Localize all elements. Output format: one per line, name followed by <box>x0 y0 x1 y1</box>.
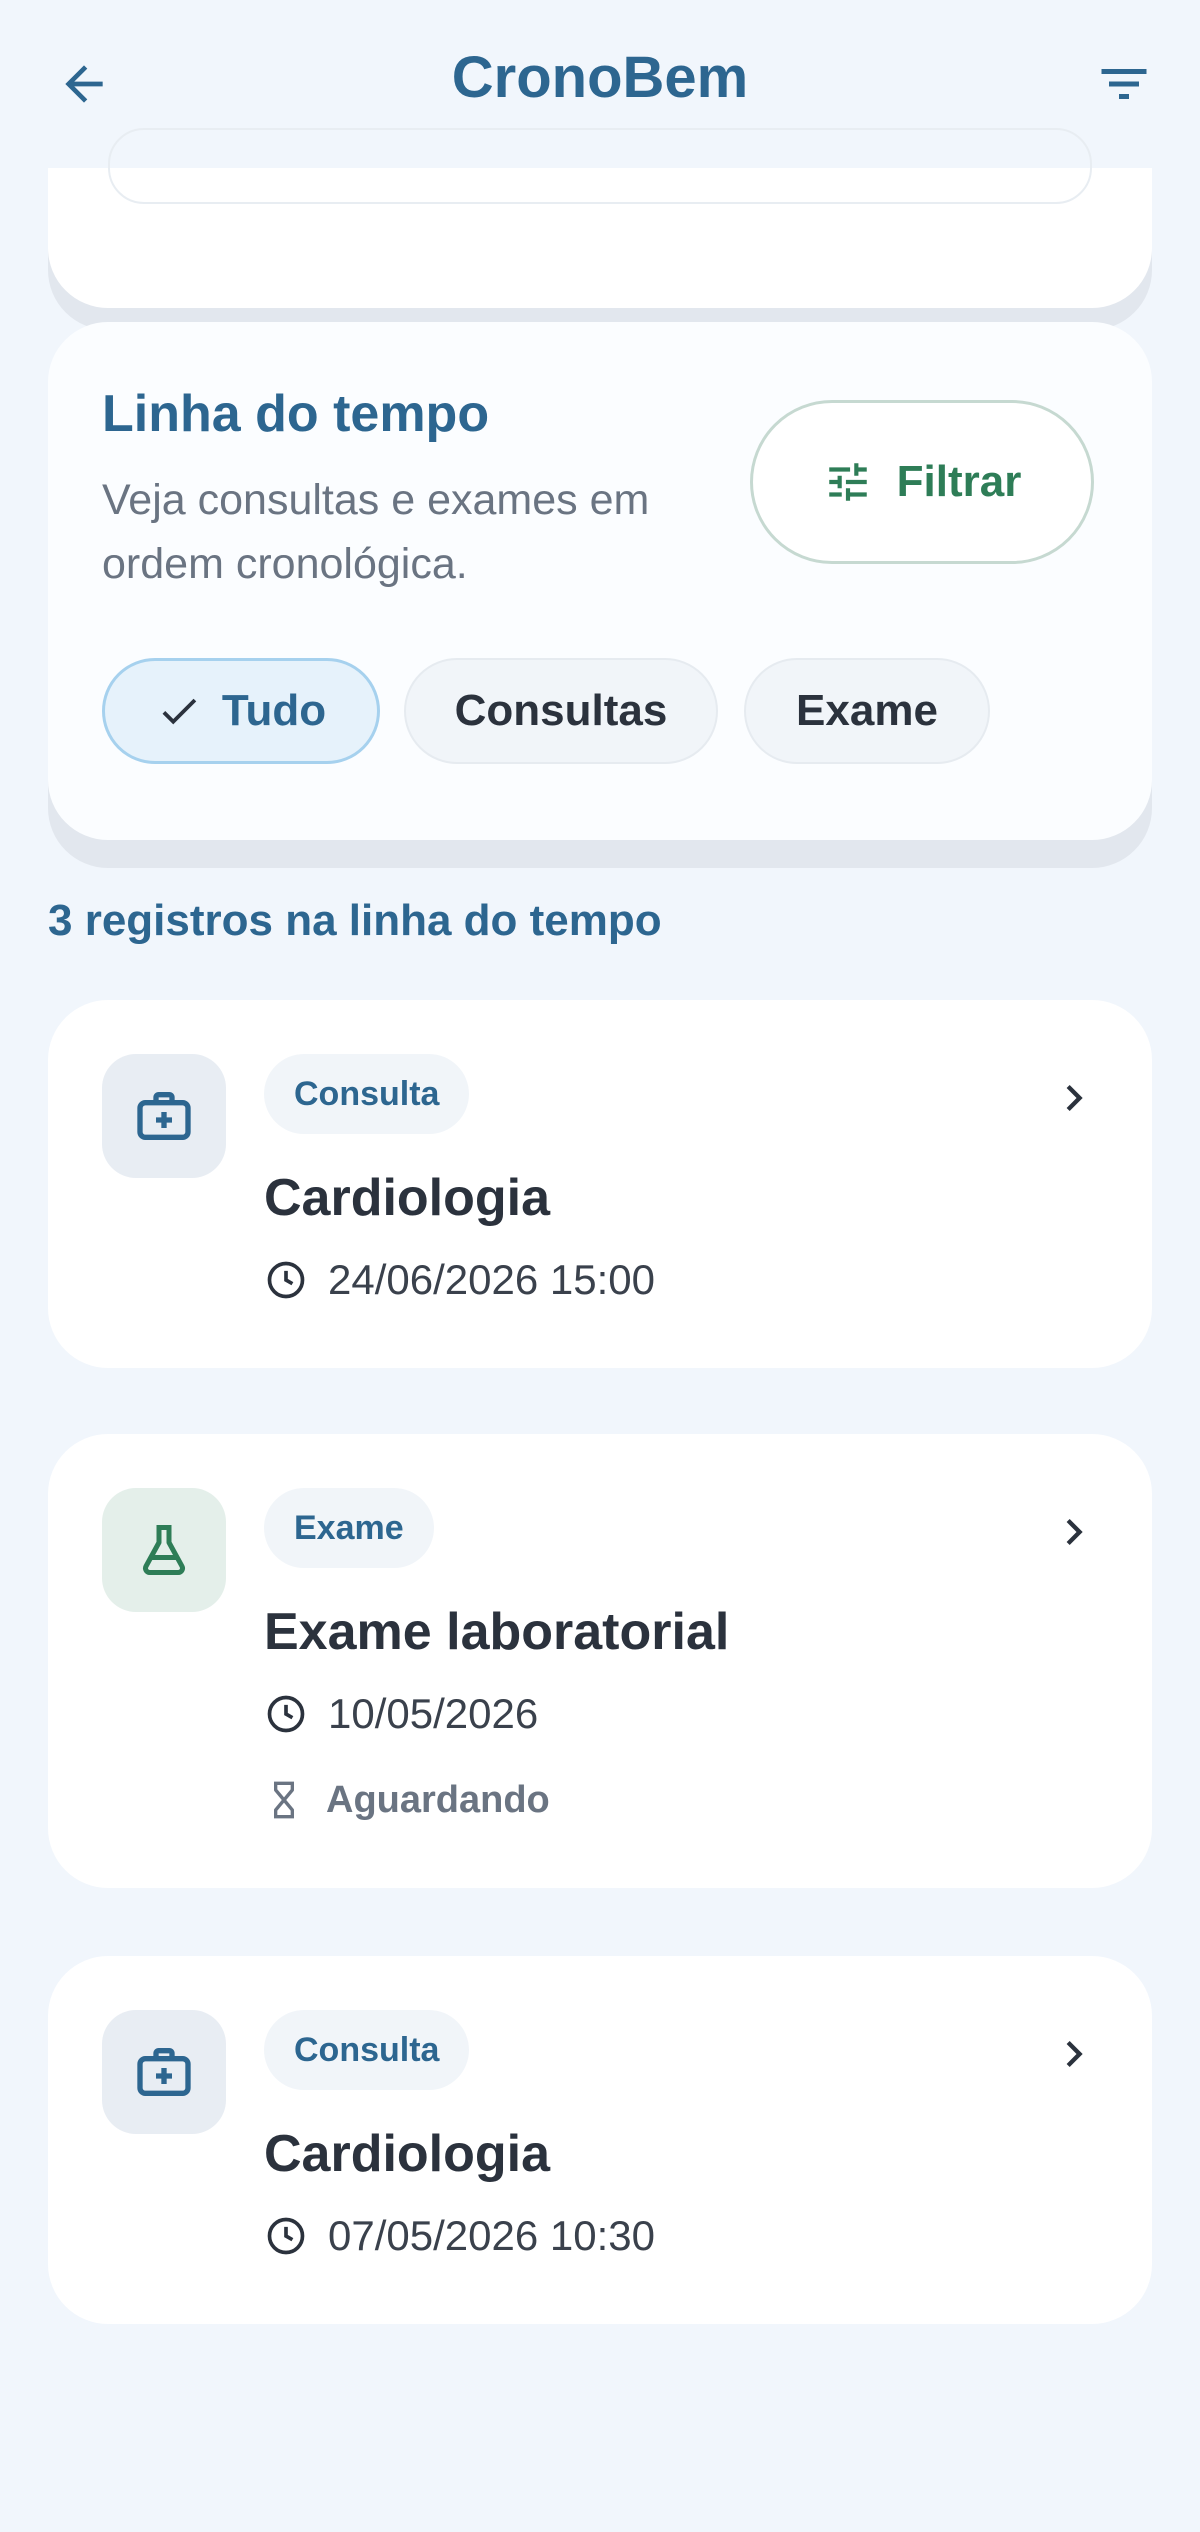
tune-icon <box>828 463 867 501</box>
hourglass-icon <box>274 1781 294 1819</box>
clock-icon <box>267 1261 305 1299</box>
clock-icon <box>267 2217 305 2255</box>
record-icon <box>102 2010 226 2134</box>
records-count: 3 registros na linha do tempo <box>48 896 662 945</box>
record-icon <box>102 1054 226 1178</box>
record-type-badge: Consulta <box>264 1054 470 1134</box>
filter-list-icon <box>1101 69 1147 99</box>
chevron-right-icon <box>1046 2026 1102 2082</box>
medical-kit-icon <box>137 2048 191 2096</box>
medical-kit-icon <box>137 1092 191 1140</box>
record-card[interactable]: Exame Exame laboratorial 10/05/2026 Agua… <box>48 1434 1152 1888</box>
record-datetime-text: 10/05/2026 <box>328 1690 539 1737</box>
record-status: Aguardando <box>264 1778 550 1822</box>
record-datetime: 10/05/2026 <box>264 1690 538 1738</box>
record-card[interactable]: Consulta Cardiologia 24/06/2026 15:00 <box>48 1000 1152 1368</box>
chip-consultas-label: Consultas <box>454 686 668 735</box>
chevron-right-icon <box>1046 1070 1102 1126</box>
app-title: CronoBem <box>451 45 749 110</box>
record-datetime-text: 24/06/2026 15:00 <box>328 1256 655 1303</box>
record-type-badge: Consulta <box>264 2010 470 2090</box>
chip-exame-label: Exame <box>796 686 938 735</box>
previous-card-field <box>108 128 1092 204</box>
chip-tudo-label: Tudo <box>221 686 327 735</box>
timeline-card: Linha do tempo Veja consultas e exames e… <box>48 322 1152 840</box>
clock-icon <box>267 1695 305 1733</box>
chip-exame[interactable]: Exame <box>744 658 990 764</box>
filter-button-label: Filtrar <box>896 457 1022 506</box>
timeline-subtitle: Veja consultas e exames em ordem cronoló… <box>102 476 650 588</box>
record-type-badge: Exame <box>264 1488 434 1568</box>
record-datetime-text: 07/05/2026 10:30 <box>328 2212 655 2259</box>
previous-card <box>48 128 1152 308</box>
check-icon <box>162 698 197 725</box>
filter-menu-button[interactable] <box>1088 52 1160 116</box>
record-datetime: 07/05/2026 10:30 <box>264 2212 655 2260</box>
record-title: Cardiologia <box>264 2125 551 2183</box>
record-datetime: 24/06/2026 15:00 <box>264 1256 655 1304</box>
chip-consultas[interactable]: Consultas <box>404 658 718 764</box>
filter-button[interactable]: Filtrar <box>750 400 1094 564</box>
chevron-right-icon <box>1046 1504 1102 1560</box>
record-card[interactable]: Consulta Cardiologia 07/05/2026 10:30 <box>48 1956 1152 2324</box>
record-icon <box>102 1488 226 1612</box>
record-status-text: Aguardando <box>326 1778 550 1821</box>
flask-icon <box>143 1525 185 1575</box>
timeline-title: Linha do tempo <box>102 385 490 443</box>
record-title: Exame laboratorial <box>264 1603 730 1661</box>
record-title: Cardiologia <box>264 1169 551 1227</box>
chip-tudo[interactable]: Tudo <box>102 658 380 764</box>
